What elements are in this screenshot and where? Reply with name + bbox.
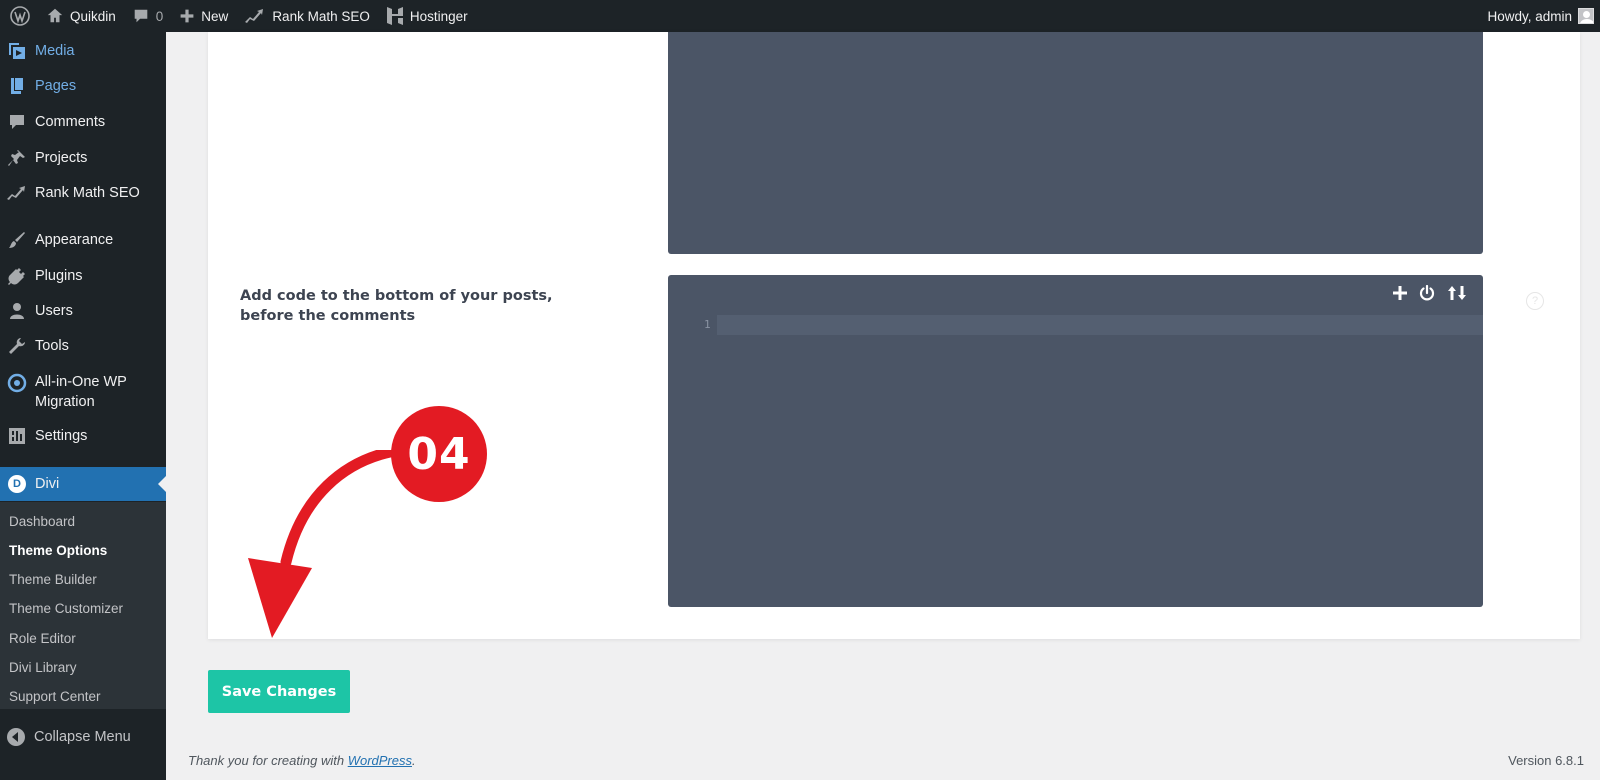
sidebar-item-label: Comments	[35, 114, 106, 130]
wordpress-link[interactable]: WordPress	[348, 753, 412, 768]
site-name-link[interactable]: Quikdin	[38, 0, 124, 32]
sidebar-item-appearance[interactable]: Appearance	[0, 229, 166, 251]
sidebar-item-label: Users	[35, 303, 73, 319]
rankmath-link[interactable]: Rank Math SEO	[236, 0, 378, 32]
annotation-arrow-icon	[248, 450, 396, 638]
save-changes-button[interactable]: Save Changes	[208, 670, 350, 713]
user-icon	[6, 301, 28, 321]
admin-bar: Quikdin 0 New Rank Math SEO Hostinger Ho…	[0, 0, 1600, 32]
sort-arrows-icon[interactable]	[1447, 285, 1467, 301]
divi-submenu: Dashboard Theme Options Theme Builder Th…	[0, 502, 166, 709]
plus-icon	[180, 9, 194, 23]
collapse-menu-label: Collapse Menu	[34, 729, 131, 745]
footer-credit: Thank you for creating with WordPress.	[188, 753, 416, 768]
hostinger-link[interactable]: Hostinger	[378, 0, 476, 32]
sidebar-item-rank-math-seo[interactable]: Rank Math SEO	[0, 182, 166, 204]
divi-icon: D	[6, 475, 28, 493]
sidebar-item-label: Appearance	[35, 232, 114, 248]
comment-bubble-icon	[134, 9, 148, 23]
submenu-item-theme-options[interactable]: Theme Options	[9, 543, 107, 558]
submenu-item-role-editor[interactable]: Role Editor	[9, 631, 76, 646]
power-icon[interactable]	[1419, 285, 1435, 301]
submenu-item-divi-library[interactable]: Divi Library	[9, 660, 77, 675]
sidebar-item-settings[interactable]: Settings	[0, 425, 166, 447]
comments-link[interactable]: 0	[124, 0, 172, 32]
sidebar-item-label: Tools	[35, 338, 69, 354]
sidebar-item-label: Pages	[35, 78, 77, 94]
comments-count: 0	[155, 8, 164, 24]
plug-icon	[6, 266, 28, 286]
sidebar-item-comments[interactable]: Comments	[0, 111, 166, 133]
code-editor-top[interactable]	[668, 32, 1483, 254]
collapse-arrow-icon	[7, 728, 25, 746]
new-label: New	[201, 8, 229, 24]
version-text: Version 6.8.1	[1508, 753, 1584, 768]
sidebar-item-media[interactable]: Media	[0, 40, 166, 62]
admin-sidebar: Media Pages Comments Projects Rank Math …	[0, 32, 166, 780]
migration-icon	[6, 373, 28, 393]
wordpress-logo-button[interactable]	[0, 0, 38, 32]
sidebar-item-label: Settings	[35, 428, 88, 444]
editor-line-number: 1	[704, 318, 711, 331]
sidebar-item-plugins[interactable]: Plugins	[0, 265, 166, 287]
sidebar-item-users[interactable]: Users	[0, 300, 166, 322]
sidebar-item-tools[interactable]: Tools	[0, 335, 166, 357]
hostinger-label: Hostinger	[409, 8, 468, 24]
sidebar-item-label: Media	[35, 43, 75, 59]
sidebar-item-label: All-in-One WP Migration	[35, 374, 127, 410]
rankmath-icon	[245, 9, 264, 23]
footer-period: .	[412, 753, 416, 768]
editor-active-line	[717, 315, 1483, 335]
sidebar-item-projects[interactable]: Projects	[0, 147, 166, 169]
media-icon	[6, 41, 28, 61]
field-label-bottom-post-code: Add code to the bottom of your posts, be…	[240, 288, 553, 324]
rankmath-label: Rank Math SEO	[272, 8, 370, 24]
submenu-item-dashboard[interactable]: Dashboard	[9, 514, 75, 529]
pin-icon	[6, 148, 28, 168]
code-editor-bottom-post[interactable]: 1	[668, 275, 1483, 607]
new-content-link[interactable]: New	[171, 0, 236, 32]
sidebar-item-label: Plugins	[35, 268, 83, 284]
theme-options-panel: Add code to the bottom of your posts, be…	[208, 32, 1580, 639]
footer-thanks-text: Thank you for creating with	[188, 753, 348, 768]
rankmath-icon	[6, 185, 28, 201]
comments-icon	[6, 112, 28, 132]
greeting-text: Howdy, admin	[1487, 8, 1572, 24]
wrench-icon	[6, 336, 28, 356]
settings-icon	[6, 426, 28, 446]
avatar	[1578, 8, 1594, 24]
active-indicator	[158, 476, 166, 492]
sidebar-item-label: Projects	[35, 150, 88, 166]
sidebar-item-label: Rank Math SEO	[35, 185, 140, 201]
submenu-item-theme-customizer[interactable]: Theme Customizer	[9, 601, 123, 616]
sidebar-item-all-in-one-wp-migration[interactable]: All-in-One WP Migration	[0, 370, 166, 414]
wordpress-icon	[10, 6, 30, 26]
help-icon[interactable]: ?	[1526, 292, 1544, 310]
add-icon[interactable]	[1393, 286, 1407, 300]
pages-icon	[6, 76, 28, 96]
site-name-label: Quikdin	[70, 8, 116, 24]
my-account-link[interactable]: Howdy, admin	[1479, 0, 1600, 32]
sidebar-item-divi[interactable]: D Divi	[0, 467, 166, 501]
sidebar-item-pages[interactable]: Pages	[0, 75, 166, 97]
home-icon	[47, 8, 63, 23]
step-number-badge: 04	[391, 406, 487, 502]
submenu-item-support-center[interactable]: Support Center	[9, 689, 101, 704]
submenu-item-theme-builder[interactable]: Theme Builder	[9, 572, 97, 587]
collapse-menu-button[interactable]: Collapse Menu	[0, 722, 166, 752]
editor-toolbar	[1393, 285, 1467, 301]
brush-icon	[6, 230, 28, 250]
hostinger-icon	[386, 7, 403, 25]
sidebar-item-label: Divi	[35, 476, 60, 492]
